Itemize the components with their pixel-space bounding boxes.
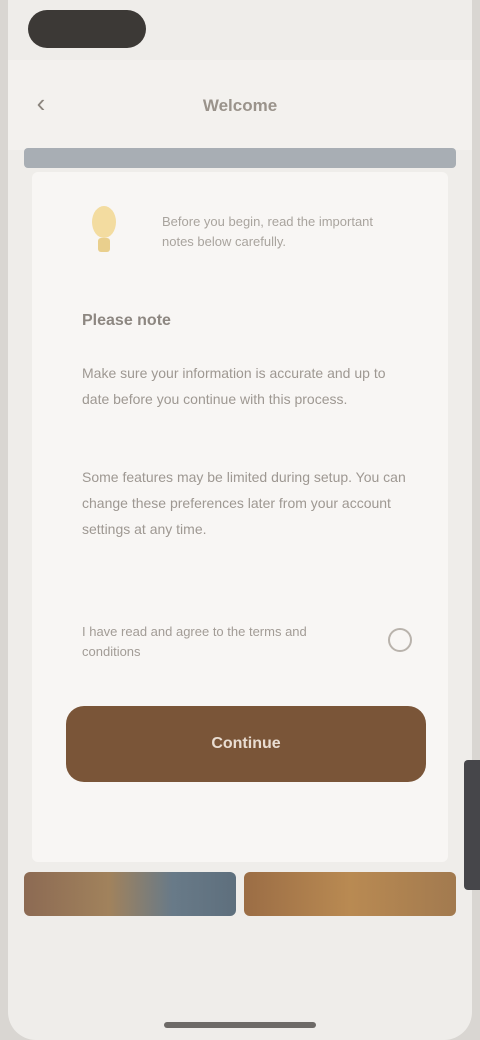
- page-title: Welcome: [202, 96, 278, 115]
- promo-banner-right[interactable]: [244, 872, 456, 916]
- intro-text: Before you begin, read the important not…: [162, 214, 374, 249]
- lightbulb-icon: [92, 206, 116, 252]
- terms-checkbox-label: I have read and agree to the terms and c…: [82, 624, 307, 659]
- promo-banner-strip: [24, 872, 456, 916]
- terms-checkbox-row[interactable]: I have read and agree to the terms and c…: [82, 618, 412, 664]
- info-card: Before you begin, read the important not…: [32, 172, 448, 862]
- terms-checkbox[interactable]: [388, 628, 412, 652]
- side-edge: [464, 760, 480, 890]
- continue-button[interactable]: Continue: [66, 706, 426, 782]
- status-bar-pill: [28, 10, 146, 48]
- section-heading: Please note: [82, 312, 171, 329]
- app-screen: ‹ Welcome Before you begin, read the imp…: [8, 0, 472, 1040]
- paragraph-two: Some features may be limited during setu…: [82, 469, 406, 537]
- app-header: ‹ Welcome: [8, 60, 472, 150]
- header-divider: [24, 148, 456, 168]
- home-indicator: [164, 1022, 316, 1028]
- paragraph-one: Make sure your information is accurate a…: [82, 365, 386, 407]
- promo-banner-left[interactable]: [24, 872, 236, 916]
